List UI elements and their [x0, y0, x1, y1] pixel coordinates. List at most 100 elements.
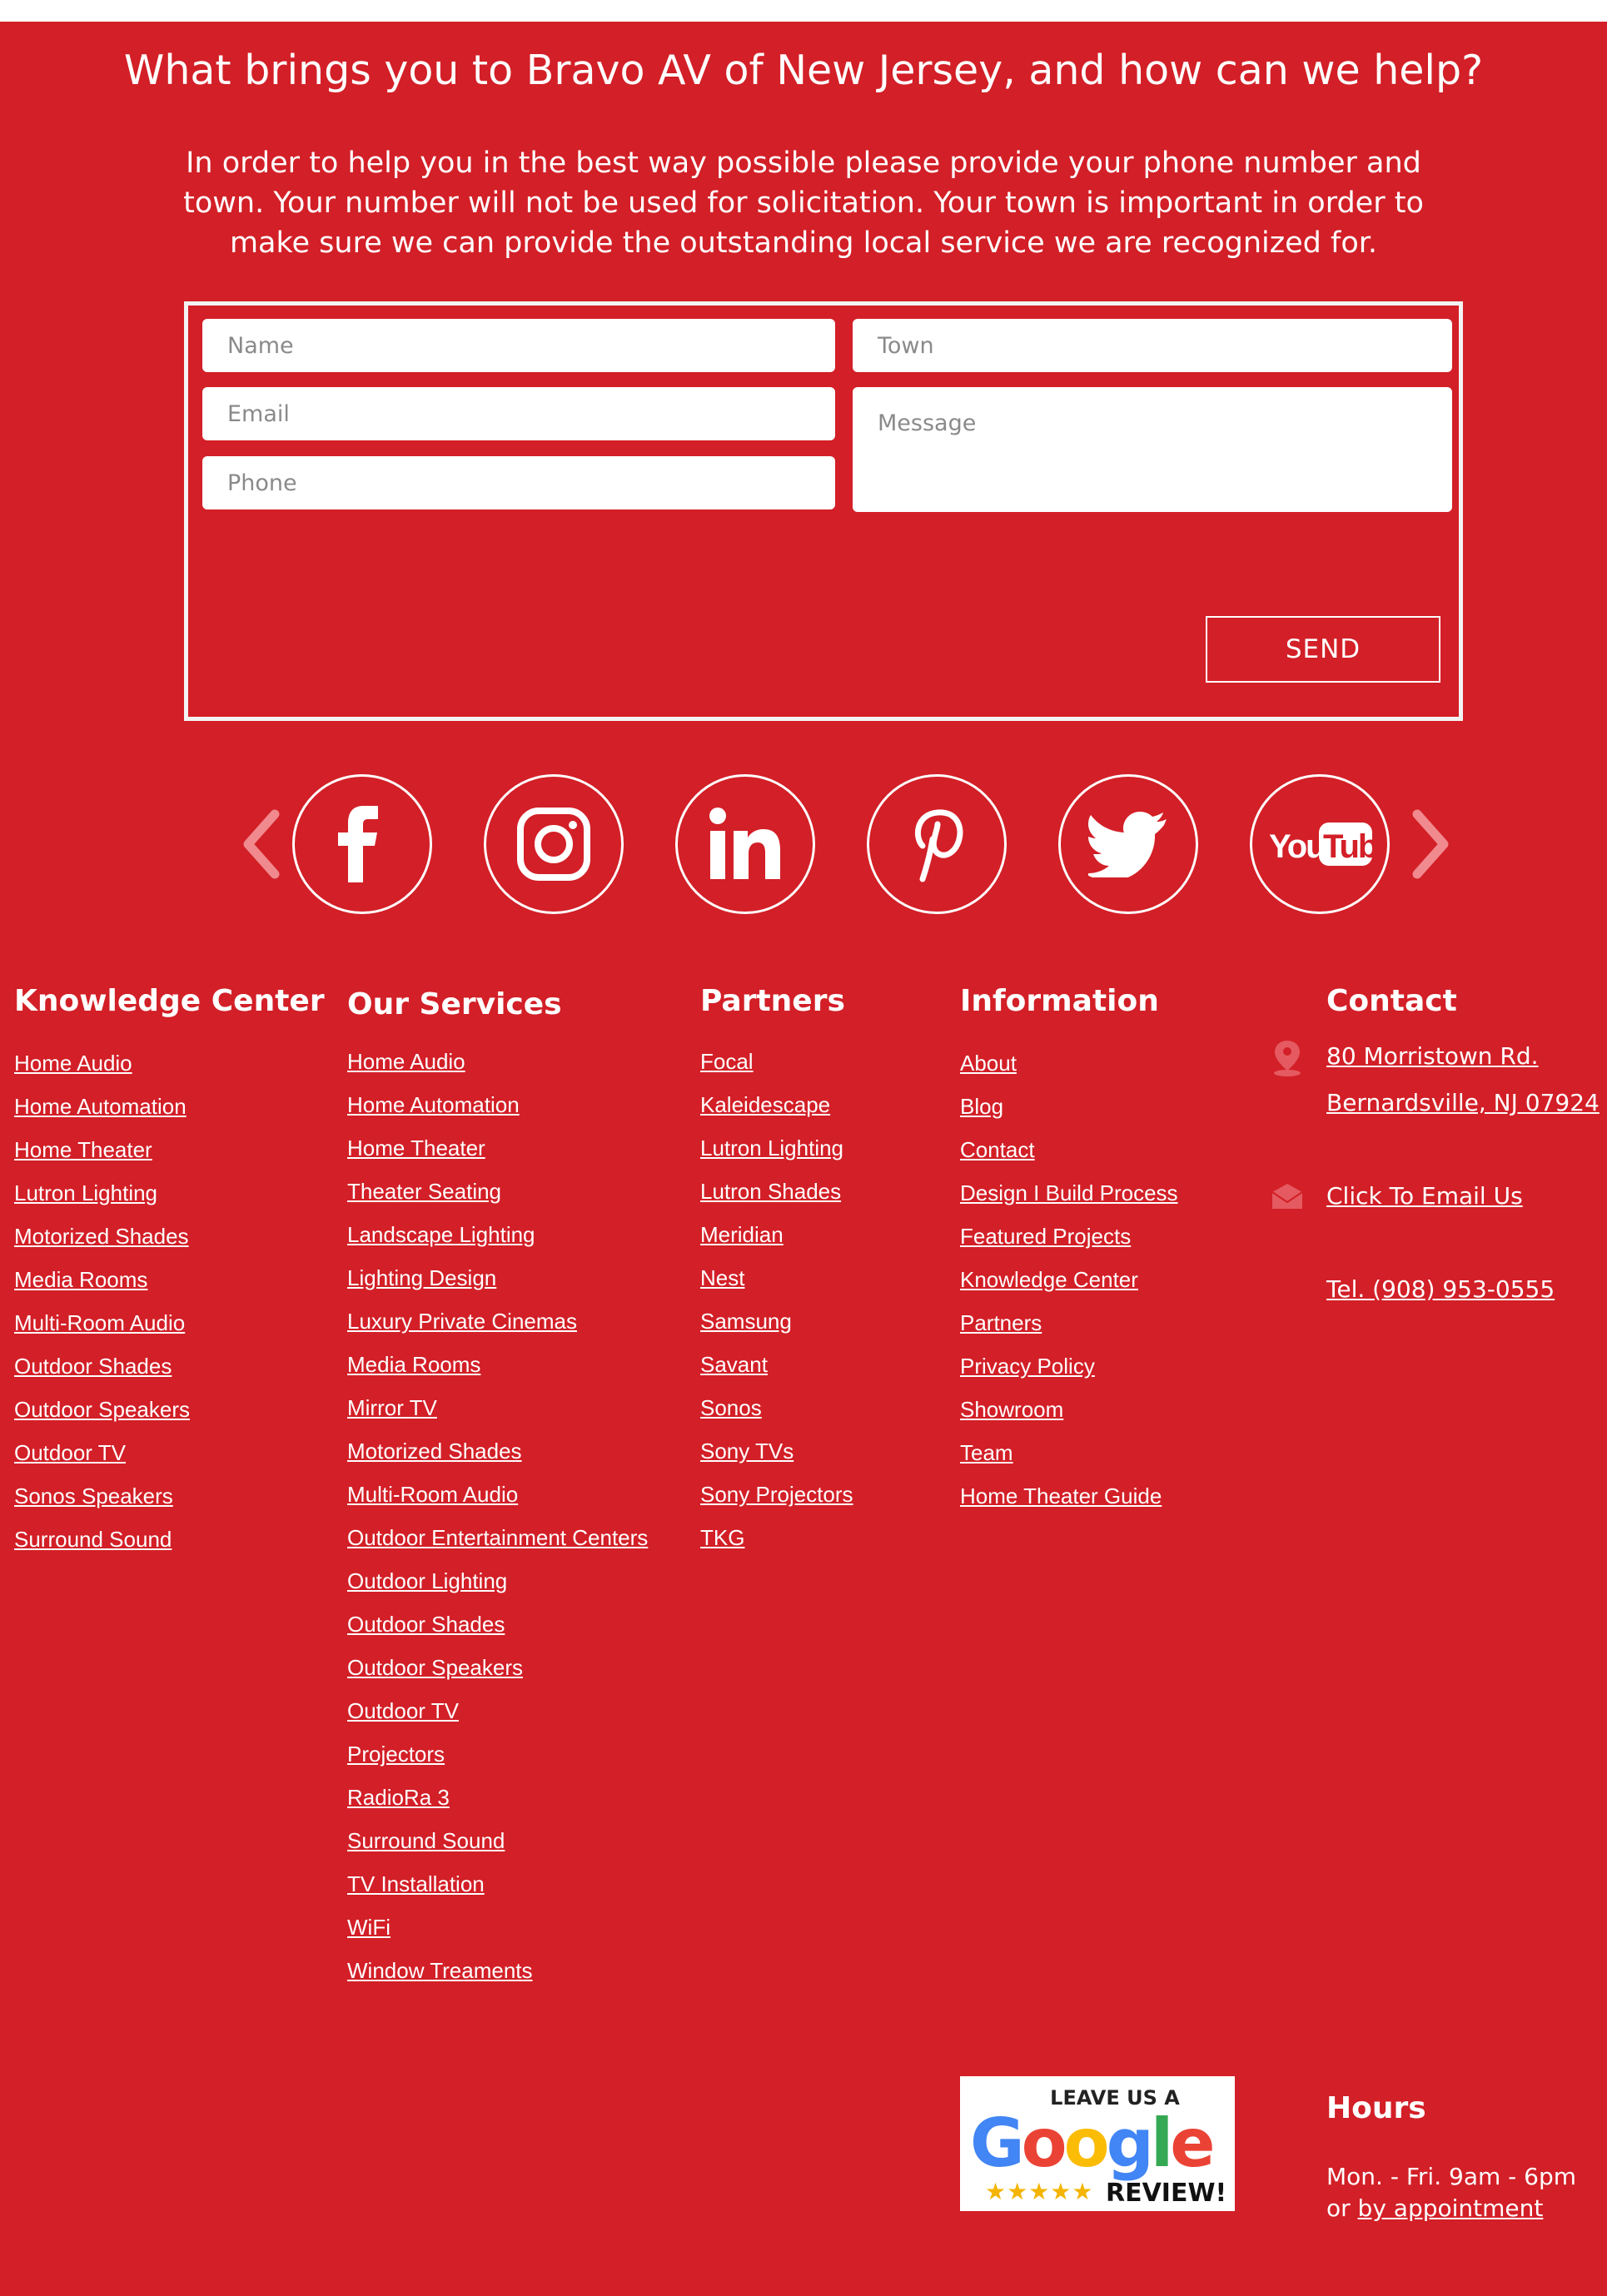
- service-link[interactable]: Home Audio: [347, 1049, 648, 1092]
- carousel-prev-arrow[interactable]: [236, 803, 286, 886]
- knowledge-link[interactable]: Outdoor Shades: [14, 1354, 190, 1397]
- information-link[interactable]: About: [960, 1051, 1178, 1094]
- partner-link[interactable]: Lutron Shades: [700, 1179, 853, 1222]
- twitter-link[interactable]: [1058, 774, 1198, 914]
- pinterest-icon: [914, 809, 963, 882]
- information-link[interactable]: Featured Projects: [960, 1224, 1178, 1267]
- service-link[interactable]: Mirror TV: [347, 1395, 648, 1439]
- by-appointment-link[interactable]: by appointment: [1358, 2194, 1544, 2222]
- information-links: About Blog Contact Design I Build Proces…: [960, 1051, 1178, 1527]
- svg-text:REVIEW!: REVIEW!: [1106, 2179, 1226, 2208]
- service-link[interactable]: Theater Seating: [347, 1179, 648, 1222]
- knowledge-link[interactable]: Home Theater: [14, 1137, 190, 1180]
- information-link[interactable]: Design I Build Process: [960, 1180, 1178, 1224]
- instagram-link[interactable]: [484, 774, 624, 914]
- send-button[interactable]: SEND: [1206, 616, 1440, 683]
- contact-title: Contact: [1326, 984, 1457, 1018]
- service-link[interactable]: Outdoor Speakers: [347, 1655, 648, 1698]
- partner-link[interactable]: Lutron Lighting: [700, 1136, 853, 1179]
- service-link[interactable]: Motorized Shades: [347, 1439, 648, 1482]
- service-link[interactable]: Projectors: [347, 1742, 648, 1785]
- knowledge-link[interactable]: Surround Sound: [14, 1527, 190, 1570]
- information-link[interactable]: Contact: [960, 1137, 1178, 1180]
- svg-text:You: You: [1269, 828, 1325, 865]
- our-services-title: Our Services: [347, 987, 562, 1021]
- town-input[interactable]: Town: [853, 319, 1452, 372]
- partner-link[interactable]: TKG: [700, 1525, 853, 1568]
- knowledge-link[interactable]: Home Audio: [14, 1051, 190, 1094]
- information-link[interactable]: Blog: [960, 1094, 1178, 1137]
- information-title: Information: [960, 984, 1159, 1018]
- partner-link[interactable]: Savant: [700, 1352, 853, 1395]
- service-link[interactable]: Outdoor Shades: [347, 1612, 648, 1655]
- youtube-icon: You Tube: [1269, 822, 1374, 866]
- linkedin-icon: [709, 808, 780, 879]
- service-link[interactable]: Surround Sound: [347, 1828, 648, 1871]
- message-textarea[interactable]: Message: [853, 387, 1452, 512]
- email-link[interactable]: Click To Email Us: [1326, 1182, 1523, 1210]
- service-link[interactable]: Outdoor TV: [347, 1698, 648, 1742]
- information-link[interactable]: Privacy Policy: [960, 1354, 1178, 1397]
- svg-text:Tube: Tube: [1323, 828, 1374, 865]
- email-input[interactable]: Email: [202, 387, 835, 440]
- knowledge-link[interactable]: Motorized Shades: [14, 1224, 190, 1267]
- service-link[interactable]: Home Automation: [347, 1092, 648, 1136]
- knowledge-link[interactable]: Home Automation: [14, 1094, 190, 1137]
- service-link[interactable]: Lighting Design: [347, 1265, 648, 1309]
- contact-heading: What brings you to Bravo AV of New Jerse…: [123, 47, 1484, 94]
- knowledge-link[interactable]: Outdoor TV: [14, 1440, 190, 1483]
- service-link[interactable]: Landscape Lighting: [347, 1222, 648, 1265]
- service-link[interactable]: WiFi: [347, 1915, 648, 1958]
- information-link[interactable]: Showroom: [960, 1397, 1178, 1440]
- knowledge-link[interactable]: Multi-Room Audio: [14, 1310, 190, 1354]
- youtube-link[interactable]: You Tube: [1250, 774, 1390, 914]
- partner-link[interactable]: Samsung: [700, 1309, 853, 1352]
- knowledge-link[interactable]: Lutron Lighting: [14, 1180, 190, 1224]
- phone-link[interactable]: Tel. (908) 953-0555: [1326, 1275, 1555, 1303]
- svg-text:Google: Google: [970, 2105, 1212, 2182]
- service-link[interactable]: RadioRa 3: [347, 1785, 648, 1828]
- service-link[interactable]: Window Treaments: [347, 1958, 648, 2001]
- partner-link[interactable]: Sony TVs: [700, 1439, 853, 1482]
- hours-line-2: or by appointment: [1326, 2193, 1576, 2224]
- service-link[interactable]: Home Theater: [347, 1136, 648, 1179]
- phone-input[interactable]: Phone: [202, 456, 835, 509]
- partners-links: Focal Kaleidescape Lutron Lighting Lutro…: [700, 1049, 853, 1568]
- svg-text:★★★★★: ★★★★★: [985, 2178, 1094, 2205]
- hours-prefix: or: [1326, 2194, 1358, 2222]
- carousel-next-arrow[interactable]: [1406, 803, 1455, 886]
- linkedin-link[interactable]: [675, 774, 815, 914]
- information-link[interactable]: Team: [960, 1440, 1178, 1483]
- partner-link[interactable]: Focal: [700, 1049, 853, 1092]
- hours-title: Hours: [1326, 2091, 1426, 2125]
- knowledge-link[interactable]: Sonos Speakers: [14, 1483, 190, 1527]
- information-link[interactable]: Home Theater Guide: [960, 1483, 1178, 1527]
- information-link[interactable]: Partners: [960, 1310, 1178, 1354]
- partner-link[interactable]: Sony Projectors: [700, 1482, 853, 1525]
- partner-link[interactable]: Sonos: [700, 1395, 853, 1439]
- service-link[interactable]: Luxury Private Cinemas: [347, 1309, 648, 1352]
- service-link[interactable]: TV Installation: [347, 1871, 648, 1915]
- partner-link[interactable]: Nest: [700, 1265, 853, 1309]
- service-link[interactable]: Multi-Room Audio: [347, 1482, 648, 1525]
- service-link[interactable]: Media Rooms: [347, 1352, 648, 1395]
- knowledge-link[interactable]: Outdoor Speakers: [14, 1397, 190, 1440]
- partner-link[interactable]: Meridian: [700, 1222, 853, 1265]
- knowledge-link[interactable]: Media Rooms: [14, 1267, 190, 1310]
- hours-line-1: Mon. - Fri. 9am - 6pm: [1326, 2163, 1577, 2190]
- pinterest-link[interactable]: [867, 774, 1007, 914]
- facebook-icon: [338, 806, 378, 882]
- name-input[interactable]: Name: [202, 319, 835, 372]
- google-review-logo: LEAVE US A Google ★★★★★ REVIEW!: [970, 2086, 1226, 2208]
- address-line-1[interactable]: 80 Morristown Rd.: [1326, 1042, 1539, 1070]
- partners-title: Partners: [700, 984, 845, 1018]
- partner-link[interactable]: Kaleidescape: [700, 1092, 853, 1136]
- facebook-link[interactable]: [292, 774, 432, 914]
- google-review-badge[interactable]: LEAVE US A Google ★★★★★ REVIEW!: [960, 2076, 1235, 2211]
- address-line-2[interactable]: Bernardsville, NJ 07924: [1326, 1089, 1600, 1116]
- twitter-icon: [1088, 812, 1167, 877]
- information-link[interactable]: Knowledge Center: [960, 1267, 1178, 1310]
- knowledge-center-title: Knowledge Center: [14, 984, 325, 1018]
- service-link[interactable]: Outdoor Entertainment Centers: [347, 1525, 648, 1568]
- service-link[interactable]: Outdoor Lighting: [347, 1568, 648, 1612]
